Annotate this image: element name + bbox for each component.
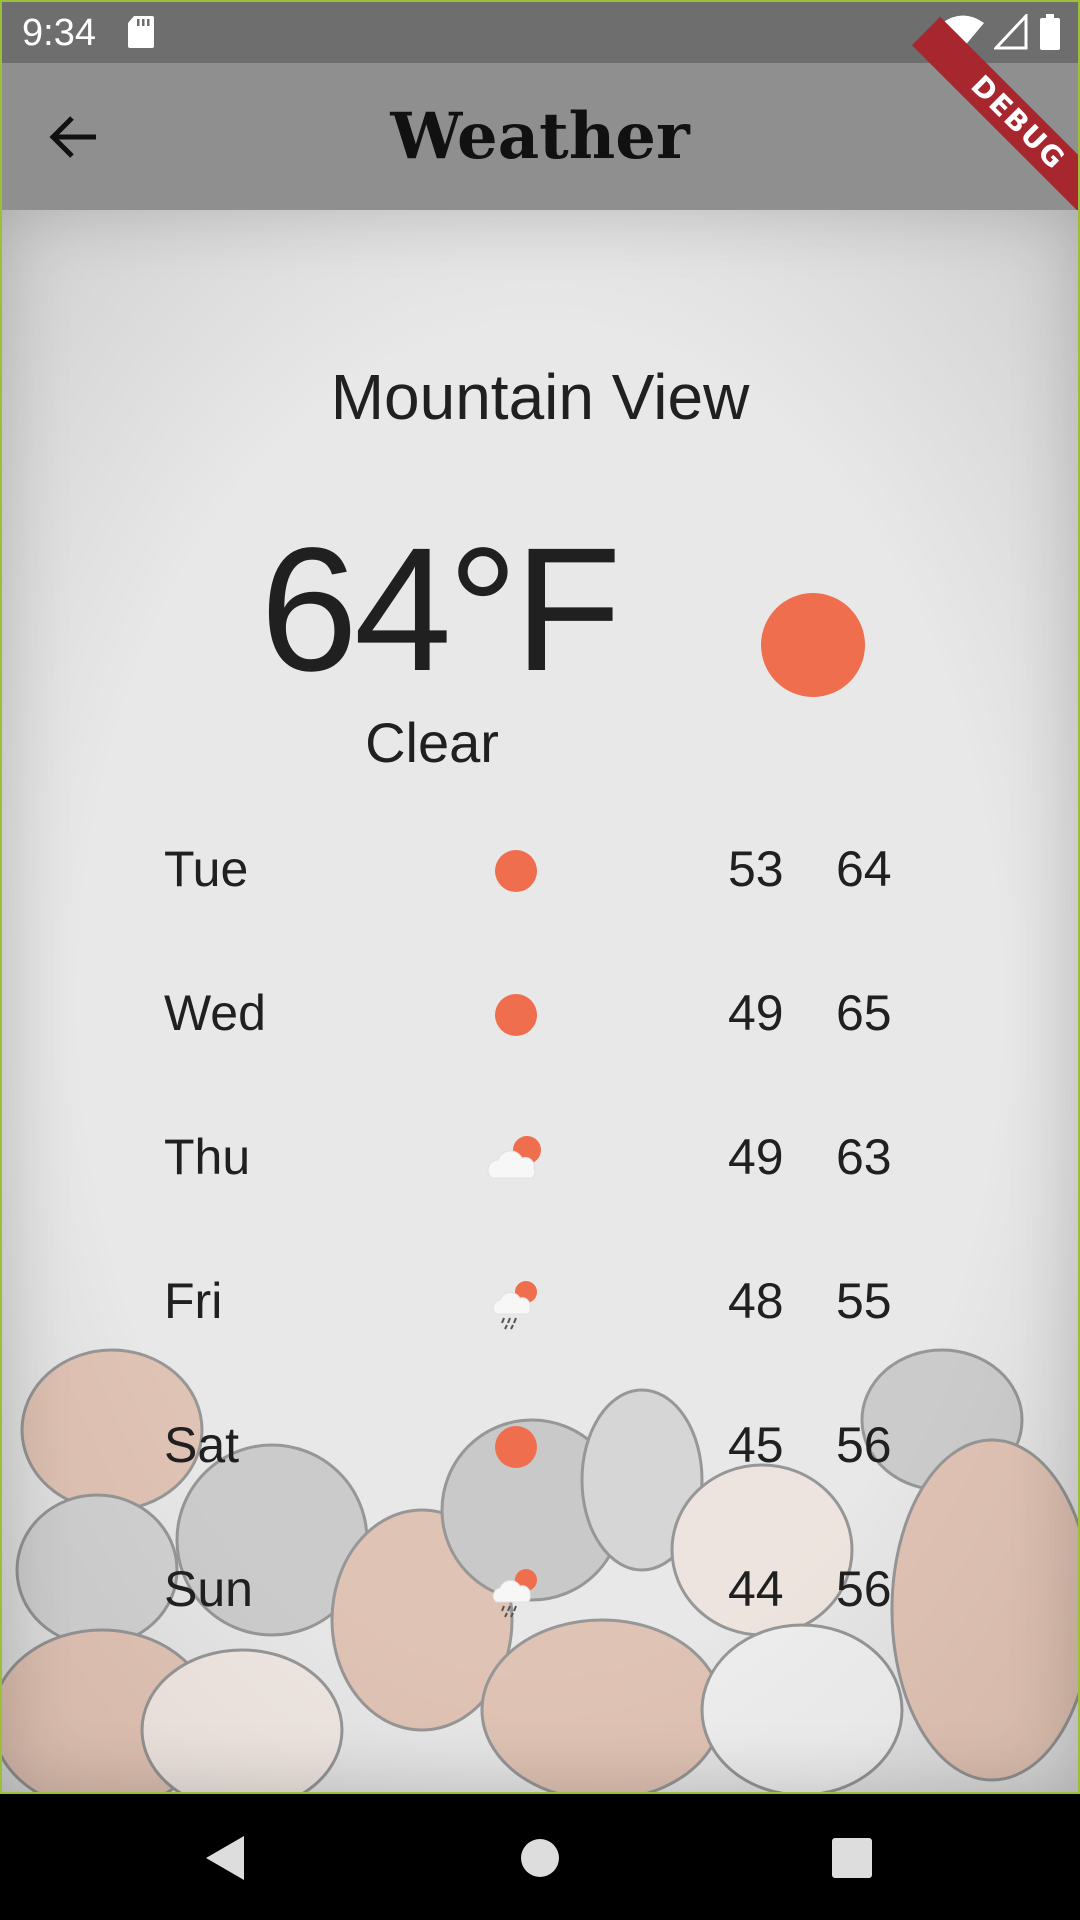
forecast-low: 45	[728, 1417, 784, 1473]
current-condition: Clear	[365, 711, 499, 774]
forecast-high: 63	[836, 1129, 892, 1185]
forecast-day: Wed	[164, 985, 266, 1041]
forecast-low: 49	[728, 1129, 784, 1185]
signal-icon	[994, 14, 1028, 50]
forecast-row: Sat 45 56	[2, 1386, 1078, 1506]
rain-icon	[492, 1281, 537, 1330]
forecast-row: Sun 44 56	[2, 1530, 1078, 1650]
nav-back-button[interactable]	[198, 1830, 254, 1886]
nav-home-button[interactable]	[512, 1830, 568, 1886]
forecast-low: 53	[728, 841, 784, 897]
app-window: 9:34 Weather DEBUG Mountain View 64°F Cl…	[0, 0, 1080, 1794]
forecast-day: Sun	[164, 1561, 253, 1617]
forecast-row: Wed 49 65	[2, 954, 1078, 1074]
page-title: Weather	[390, 99, 690, 174]
sun-icon	[495, 850, 537, 892]
nav-recents-button[interactable]	[824, 1830, 880, 1886]
weather-content: Mountain View 64°F Clear Tue 53 64 Wed 49 65 T…	[2, 210, 1078, 1792]
rain-icon	[492, 1569, 537, 1618]
sd-card-icon	[128, 16, 154, 48]
forecast-row: Fri 48 55	[2, 1242, 1078, 1362]
forecast-high: 56	[836, 1561, 892, 1617]
sun-icon	[761, 593, 865, 697]
current-temperature: 64°F	[260, 512, 622, 708]
forecast-low: 44	[728, 1561, 784, 1617]
sun-icon	[495, 1426, 537, 1468]
forecast-row: Thu 49 63	[2, 1098, 1078, 1218]
forecast-day: Sat	[164, 1417, 240, 1473]
forecast-high: 55	[836, 1273, 892, 1329]
nav-recents-icon	[832, 1838, 872, 1878]
forecast-high: 56	[836, 1417, 892, 1473]
forecast-high: 65	[836, 985, 892, 1041]
forecast-day: Tue	[164, 841, 249, 897]
forecast-row: Tue 53 64	[2, 810, 1078, 930]
forecast-day: Thu	[164, 1129, 251, 1185]
status-bar: 9:34	[2, 2, 1078, 63]
app-bar: Weather DEBUG	[2, 16, 1078, 230]
battery-icon	[1040, 14, 1060, 50]
system-nav-bar	[0, 1794, 1080, 1920]
city-name: Mountain View	[330, 361, 750, 433]
nav-home-icon	[521, 1839, 559, 1877]
partly-cloudy-icon	[487, 1136, 541, 1179]
forecast-high: 64	[836, 841, 892, 897]
nav-back-icon	[206, 1836, 244, 1880]
forecast-low: 49	[728, 985, 784, 1041]
status-time: 9:34	[22, 12, 96, 54]
screen: 9:34 Weather DEBUG Mountain View 64°F Cl…	[0, 0, 1080, 1920]
sun-icon	[495, 994, 537, 1036]
forecast-low: 48	[728, 1273, 784, 1329]
forecast-day: Fri	[164, 1273, 223, 1329]
